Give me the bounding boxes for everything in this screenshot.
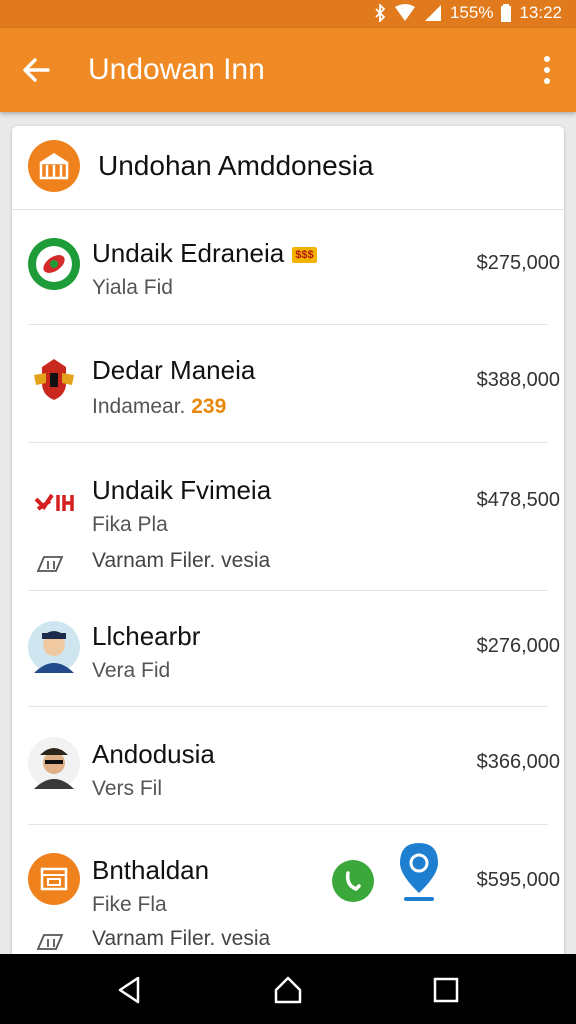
item-subtitle: Yiala Fid bbox=[92, 276, 173, 299]
list-item[interactable]: Llchearbr Vera Fid $276,000 bbox=[28, 591, 560, 707]
store-icon bbox=[28, 140, 80, 192]
item-price: $275,000 bbox=[476, 252, 560, 274]
phone-icon[interactable] bbox=[331, 859, 375, 903]
item-name: Llchearbr bbox=[92, 621, 201, 651]
person-avatar-icon bbox=[28, 737, 80, 789]
item-name: Dedar Maneia bbox=[92, 355, 256, 385]
item-price: $595,000 bbox=[476, 869, 560, 891]
back-triangle-icon[interactable] bbox=[114, 974, 146, 1006]
item-name: Andodusia bbox=[92, 739, 215, 769]
item-name: Bnthaldan bbox=[92, 855, 210, 885]
card-header: Undohan Amddonesia bbox=[12, 126, 564, 210]
item-subtitle: Fika Pla bbox=[92, 513, 168, 536]
list-item[interactable]: Dedar Maneia Indamear. 239 $388,000 bbox=[28, 325, 560, 443]
item-name: Undaik Fvimeia bbox=[92, 475, 272, 505]
listing-card: Undohan Amddonesia Undaik Edraneia $$$ Yi… bbox=[12, 126, 564, 986]
item-price: $276,000 bbox=[476, 635, 560, 657]
item-subtitle: Vers Fil bbox=[92, 777, 163, 800]
list-item[interactable]: Andodusia Vers Fil $366,000 bbox=[28, 707, 560, 825]
app-bar: Undowan Inn bbox=[0, 28, 576, 112]
price-badge: $$$ bbox=[292, 247, 317, 264]
item-subtitle: Vera Fid bbox=[92, 659, 171, 682]
item-extra: Varnam Filer. vesia bbox=[92, 549, 271, 572]
item-price: $366,000 bbox=[476, 751, 560, 773]
status-bar: 155% 13:22 bbox=[0, 0, 576, 28]
card-title: Undohan Amddonesia bbox=[98, 150, 374, 181]
item-extra: Varnam Filer. vesia bbox=[92, 927, 271, 950]
item-highlight: 239 bbox=[191, 395, 227, 418]
bluetooth-icon bbox=[375, 4, 386, 22]
item-subtitle: Indamear. 239 bbox=[92, 395, 227, 418]
home-icon[interactable] bbox=[272, 974, 304, 1006]
orange-store-icon bbox=[28, 853, 80, 905]
ticket-icon bbox=[36, 556, 64, 572]
item-name: Undaik Edraneia $$$ bbox=[92, 238, 317, 269]
arrow-left-icon[interactable] bbox=[20, 54, 52, 86]
green-logo-icon bbox=[28, 238, 80, 290]
list-item[interactable]: Undaik Fvimeia Fika Pla Varnam Filer. ve… bbox=[28, 443, 560, 591]
recents-icon[interactable] bbox=[430, 974, 462, 1006]
red-logo-icon bbox=[28, 477, 80, 529]
wifi-icon bbox=[394, 4, 415, 21]
system-nav-bar bbox=[0, 954, 576, 1024]
battery-icon bbox=[501, 4, 512, 22]
battery-percent: 155% bbox=[449, 3, 494, 22]
location-pin-icon[interactable] bbox=[396, 841, 442, 905]
clock: 13:22 bbox=[519, 3, 562, 22]
item-subtitle: Fike Fla bbox=[92, 893, 167, 916]
more-vert-icon[interactable] bbox=[536, 52, 558, 88]
item-price: $478,500 bbox=[476, 489, 560, 511]
app-title: Undowan Inn bbox=[88, 53, 265, 86]
item-price: $388,000 bbox=[476, 369, 560, 391]
ticket-icon bbox=[36, 934, 64, 950]
crest-icon bbox=[28, 353, 80, 405]
person-avatar-icon bbox=[28, 621, 80, 673]
list-item[interactable]: Undaik Edraneia $$$ Yiala Fid $275,000 bbox=[28, 210, 560, 325]
signal-icon bbox=[424, 5, 441, 21]
